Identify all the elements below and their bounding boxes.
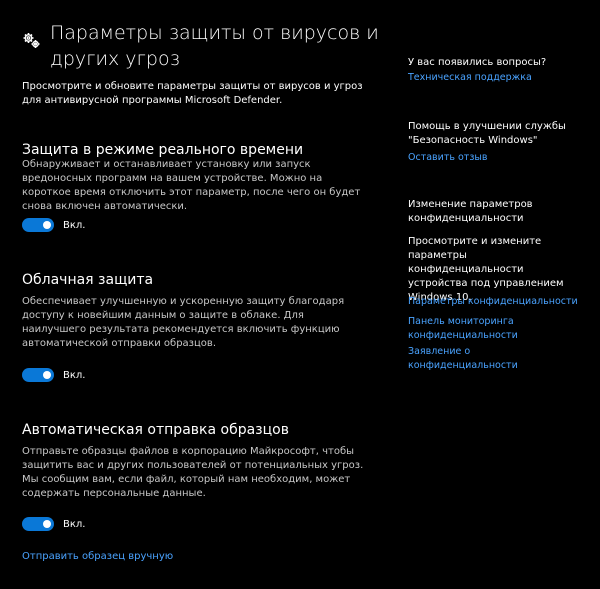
toggle-knob	[43, 520, 51, 528]
sample-submission-toggle[interactable]	[22, 517, 54, 531]
page-intro: Просмотрите и обновите параметры защиты …	[22, 81, 363, 106]
toggle-knob	[43, 221, 51, 229]
privacy-statement-link[interactable]: Заявление о конфиденциальности	[408, 345, 578, 373]
toggle-label: Вкл.	[63, 369, 86, 381]
realtime-protection-toggle[interactable]	[22, 218, 54, 232]
submit-sample-link[interactable]: Отправить образец вручную	[22, 550, 173, 564]
section-title-realtime: Защита в режиме реального времени	[22, 142, 304, 158]
section-desc-samples: Отправьте образцы файлов в корпорацию Ма…	[22, 446, 364, 499]
gear-icon	[22, 31, 42, 51]
feedback-link[interactable]: Оставить отзыв	[408, 151, 578, 165]
privacy-settings-link[interactable]: Параметры конфиденциальности	[408, 295, 578, 309]
section-desc-cloud: Обеспечивает улучшенную и ускоренную защ…	[22, 296, 345, 349]
privacy-heading: Изменение параметров конфиденциальности	[408, 199, 533, 224]
section-title-cloud: Облачная защита	[22, 272, 154, 288]
toggle-knob	[43, 371, 51, 379]
section-desc-realtime: Обнаруживает и останавливает установку и…	[22, 159, 361, 212]
toggle-label: Вкл.	[63, 518, 86, 530]
toggle-row-cloud: Вкл.	[22, 368, 85, 382]
cloud-protection-toggle[interactable]	[22, 368, 54, 382]
support-link[interactable]: Техническая поддержка	[408, 71, 578, 85]
toggle-row-realtime: Вкл.	[22, 218, 85, 232]
questions-heading: У вас появились вопросы?	[408, 57, 547, 68]
improve-heading: Помощь в улучшении службы "Безопасность …	[408, 121, 566, 146]
page-title: Параметры защиты от вирусов и других угр…	[50, 22, 379, 70]
section-title-samples: Автоматическая отправка образцов	[22, 422, 289, 438]
privacy-dashboard-link[interactable]: Панель мониторинга конфиденциальности	[408, 315, 528, 343]
toggle-label: Вкл.	[63, 219, 86, 231]
toggle-row-samples: Вкл.	[22, 517, 85, 531]
